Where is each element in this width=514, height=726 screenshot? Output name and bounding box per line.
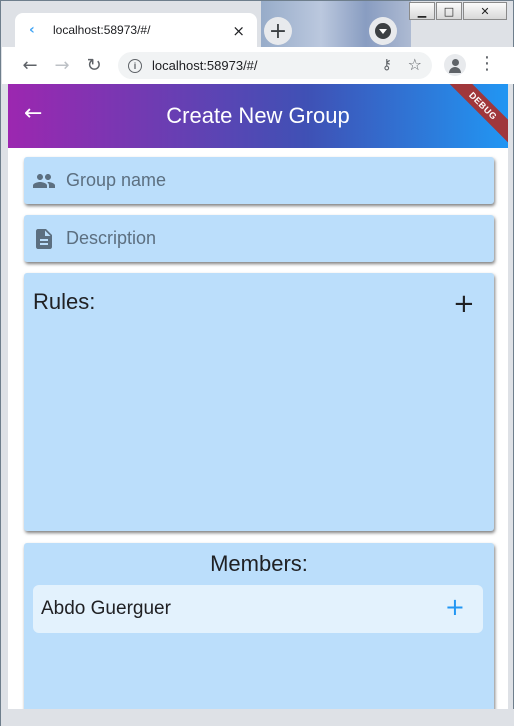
tab-title: localhost:58973/#/ bbox=[53, 23, 151, 37]
browser-menu-icon[interactable]: ⋮ bbox=[478, 54, 496, 74]
form-body: Group name Description Rules: + Members:… bbox=[8, 148, 508, 709]
browser-window: ▁ □ ✕ ‹ localhost:58973/#/ × + ← → ↻ i l… bbox=[0, 0, 514, 726]
app-bar: ← Create New Group DEBUG bbox=[8, 84, 508, 151]
member-name: Abdo Guerguer bbox=[41, 598, 171, 619]
rules-label: Rules: bbox=[33, 289, 96, 314]
minimize-button[interactable]: ▁ bbox=[409, 2, 435, 20]
chevron-down-icon bbox=[375, 23, 391, 39]
address-bar[interactable]: i localhost:58973/#/ ⚷ ☆ bbox=[118, 52, 432, 79]
window-bottom-border bbox=[1, 709, 514, 726]
document-icon bbox=[32, 227, 56, 251]
tab-close-icon[interactable]: × bbox=[232, 22, 245, 40]
tab-search-button[interactable] bbox=[369, 17, 397, 45]
browser-tab[interactable]: ‹ localhost:58973/#/ × bbox=[15, 13, 257, 47]
back-arrow-icon[interactable]: ← bbox=[19, 54, 41, 76]
profile-avatar-icon[interactable] bbox=[444, 54, 466, 76]
app-viewport: ← Create New Group DEBUG Group name Desc… bbox=[8, 84, 508, 709]
description-field[interactable]: Description bbox=[24, 215, 494, 262]
new-tab-button[interactable]: + bbox=[264, 17, 292, 45]
page-title: Create New Group bbox=[166, 103, 350, 128]
key-icon[interactable]: ⚷ bbox=[382, 57, 392, 73]
rules-card: Rules: + bbox=[24, 273, 494, 531]
people-icon bbox=[32, 169, 56, 193]
close-window-button[interactable]: ✕ bbox=[463, 2, 507, 20]
add-member-button[interactable]: + bbox=[445, 595, 465, 619]
group-name-field[interactable]: Group name bbox=[24, 157, 494, 204]
bookmark-star-icon[interactable]: ☆ bbox=[408, 55, 422, 74]
window-controls: ▁ □ ✕ bbox=[409, 2, 507, 20]
url-text[interactable]: localhost:58973/#/ bbox=[152, 58, 258, 73]
info-icon[interactable]: i bbox=[128, 58, 142, 73]
reload-icon[interactable]: ↻ bbox=[83, 54, 105, 76]
member-row[interactable]: Abdo Guerguer + bbox=[33, 585, 483, 633]
group-name-placeholder[interactable]: Group name bbox=[66, 170, 166, 191]
flutter-favicon-icon: ‹ bbox=[29, 22, 35, 38]
members-card: Members: Abdo Guerguer + bbox=[24, 543, 494, 709]
forward-arrow-icon[interactable]: → bbox=[51, 54, 73, 76]
description-placeholder[interactable]: Description bbox=[66, 228, 156, 249]
members-label: Members: bbox=[210, 551, 308, 576]
browser-toolbar: ← → ↻ i localhost:58973/#/ ⚷ ☆ ⋮ bbox=[2, 47, 514, 84]
maximize-button[interactable]: □ bbox=[436, 2, 462, 20]
add-rule-button[interactable]: + bbox=[453, 291, 475, 317]
